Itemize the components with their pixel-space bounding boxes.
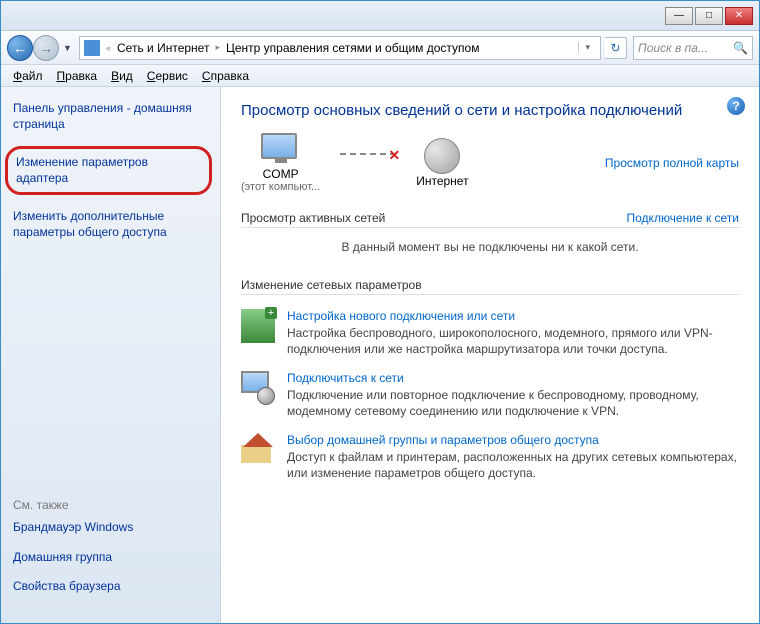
help-icon[interactable]: ?	[727, 97, 745, 115]
sidebar-sharing-link[interactable]: Изменить дополнительные параметры общего…	[13, 209, 208, 240]
connection-line: ✕	[340, 153, 396, 155]
disconnected-icon: ✕	[388, 147, 400, 164]
change-settings-section: Изменение сетевых параметров Настройка н…	[241, 278, 739, 482]
task-connect[interactable]: Подключиться к сети Подключение или повт…	[241, 371, 739, 419]
task-title[interactable]: Настройка нового подключения или сети	[287, 309, 739, 323]
menu-file[interactable]: Файл	[7, 67, 49, 85]
titlebar: — □ ✕	[1, 1, 759, 31]
breadcrumb[interactable]: « Сеть и Интернет ▸ Центр управления сет…	[79, 36, 601, 60]
map-comp-label: COMP	[263, 167, 299, 181]
window: — □ ✕ ← → ▼ « Сеть и Интернет ▸ Центр уп…	[0, 0, 760, 624]
task-new-connection[interactable]: Настройка нового подключения или сети На…	[241, 309, 739, 357]
menu-edit[interactable]: Правка	[51, 67, 104, 85]
network-map: COMP (этот компьют... ✕ Интернет Просмот…	[241, 133, 739, 193]
breadcrumb-item[interactable]: Центр управления сетями и общим доступом	[226, 41, 480, 55]
sidebar-seealso-label: См. также	[13, 498, 208, 512]
menu-service[interactable]: Сервис	[141, 67, 194, 85]
task-title[interactable]: Подключиться к сети	[287, 371, 739, 385]
connect-icon	[241, 371, 275, 405]
main-pane: ? Просмотр основных сведений о сети и на…	[221, 87, 759, 623]
chevron-right-icon: ▸	[213, 42, 222, 53]
connect-network-link[interactable]: Подключение к сети	[627, 211, 739, 225]
control-panel-icon	[84, 40, 100, 56]
sidebar: Панель управления - домашняя страница Из…	[1, 87, 221, 623]
search-input[interactable]: Поиск в па... 🔍	[633, 36, 753, 60]
task-desc: Подключение или повторное подключение к …	[287, 387, 739, 419]
full-map-link[interactable]: Просмотр полной карты	[605, 156, 739, 170]
sidebar-home-link[interactable]: Панель управления - домашняя страница	[13, 101, 208, 132]
back-button[interactable]: ←	[7, 35, 33, 61]
close-button[interactable]: ✕	[725, 7, 753, 25]
sidebar-firewall-link[interactable]: Брандмауэр Windows	[13, 520, 208, 536]
chevron-icon: «	[104, 43, 113, 53]
sidebar-homegroup-link[interactable]: Домашняя группа	[13, 550, 208, 566]
sidebar-spacer	[13, 255, 208, 499]
active-networks-message: В данный момент вы не подключены ни к ка…	[241, 234, 739, 260]
active-networks-section: Просмотр активных сетей Подключение к се…	[241, 211, 739, 260]
computer-icon	[261, 133, 301, 167]
maximize-button[interactable]: □	[695, 7, 723, 25]
map-internet: Интернет	[416, 138, 468, 188]
breadcrumb-item[interactable]: Сеть и Интернет	[117, 41, 209, 55]
task-homegroup[interactable]: Выбор домашней группы и параметров общег…	[241, 433, 739, 481]
nav-history-dropdown[interactable]: ▼	[63, 43, 75, 53]
search-placeholder: Поиск в па...	[638, 41, 708, 55]
content: Панель управления - домашняя страница Из…	[1, 87, 759, 623]
search-icon: 🔍	[733, 41, 748, 55]
map-this-computer: COMP (этот компьют...	[241, 133, 320, 193]
task-title[interactable]: Выбор домашней группы и параметров общег…	[287, 433, 739, 447]
sidebar-browser-link[interactable]: Свойства браузера	[13, 579, 208, 595]
map-comp-sublabel: (этот компьют...	[241, 181, 320, 193]
menu-view[interactable]: Вид	[105, 67, 139, 85]
sidebar-adapter-link[interactable]: Изменение параметров адаптера	[5, 146, 212, 195]
nav-arrows: ← →	[7, 35, 59, 61]
new-connection-icon	[241, 309, 275, 343]
menu-help[interactable]: Справка	[196, 67, 255, 85]
homegroup-icon	[241, 433, 275, 467]
page-title: Просмотр основных сведений о сети и наст…	[241, 101, 739, 121]
navbar: ← → ▼ « Сеть и Интернет ▸ Центр управлен…	[1, 31, 759, 65]
task-desc: Настройка беспроводного, широкополосного…	[287, 325, 739, 357]
task-desc: Доступ к файлам и принтерам, расположенн…	[287, 449, 739, 481]
map-internet-label: Интернет	[416, 174, 468, 188]
forward-button[interactable]: →	[33, 35, 59, 61]
globe-icon	[424, 138, 460, 174]
change-settings-title: Изменение сетевых параметров	[241, 278, 422, 292]
minimize-button[interactable]: —	[665, 7, 693, 25]
breadcrumb-dropdown[interactable]: ▾	[578, 42, 596, 53]
menubar: Файл Правка Вид Сервис Справка	[1, 65, 759, 87]
active-networks-title: Просмотр активных сетей	[241, 211, 385, 225]
refresh-button[interactable]: ↻	[605, 37, 627, 59]
